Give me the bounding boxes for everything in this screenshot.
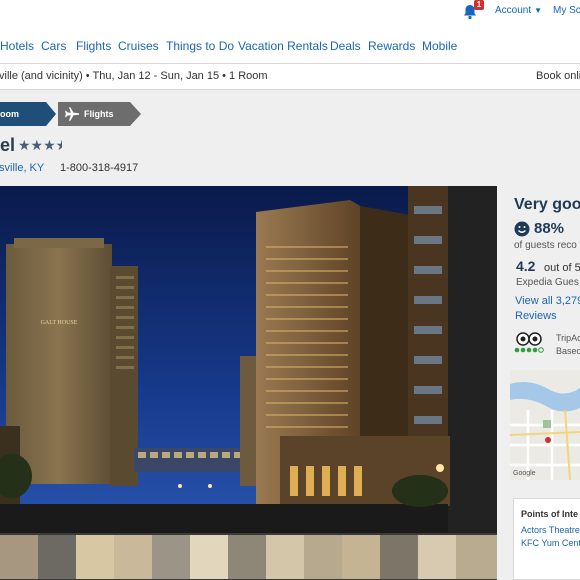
main-nav: Hotels Cars Flights Cruises Things to Do…	[0, 28, 580, 64]
guest-score-out-of: out of 5	[544, 262, 580, 274]
map-attribution: Google	[513, 470, 536, 477]
nav-mobile[interactable]: Mobile	[422, 39, 457, 53]
account-label: Account	[495, 5, 532, 16]
star-icon: ★★★	[18, 137, 56, 153]
recommend-text: of guests reco	[514, 240, 577, 251]
account-menu[interactable]: Account ▼	[495, 5, 542, 16]
search-summary-bar: ville (and vicinity) • Thu, Jan 12 - Sun…	[0, 64, 580, 90]
photo-thumbnail[interactable]	[304, 535, 342, 579]
photo-thumbnail[interactable]	[456, 535, 497, 579]
book-online-text: Book onli	[536, 70, 580, 82]
hotel-photo-image: GALT HOUSE	[0, 186, 497, 533]
step-flights-arrow	[130, 102, 141, 126]
photo-thumbnail[interactable]	[380, 535, 418, 579]
search-summary-text[interactable]: ville (and vicinity) • Thu, Jan 12 - Sun…	[0, 70, 268, 82]
poi-link[interactable]: KFC Yum Cent	[521, 538, 580, 548]
map-image	[510, 370, 580, 480]
nav-cruises[interactable]: Cruises	[118, 39, 159, 53]
photo-thumbnail[interactable]	[266, 535, 304, 579]
hotel-phone: 1-800-318-4917	[60, 162, 139, 174]
tripadvisor-owl-icon	[514, 332, 544, 353]
plane-icon	[65, 107, 79, 121]
step-room[interactable]: oom	[0, 102, 46, 126]
photo-thumbnail[interactable]	[76, 535, 114, 579]
photo-thumbnail[interactable]	[152, 535, 190, 579]
my-scratchpad-link[interactable]: My Scr	[553, 5, 580, 16]
photo-thumbnail[interactable]	[114, 535, 152, 579]
half-star-icon: ★	[56, 137, 62, 154]
chevron-down-icon: ▼	[534, 6, 543, 15]
reviews-link[interactable]: Reviews	[515, 310, 557, 322]
photo-thumbnail[interactable]	[418, 535, 456, 579]
step-room-arrow	[46, 102, 56, 126]
review-source: Expedia Gues	[516, 277, 579, 288]
hotel-photo[interactable]: GALT HOUSE	[0, 186, 497, 533]
points-of-interest-title: Points of Inte	[521, 509, 578, 519]
smile-icon	[514, 221, 530, 237]
hotel-name: el	[0, 135, 16, 155]
nav-deals[interactable]: Deals	[330, 39, 361, 53]
guest-score: 4.2	[516, 258, 536, 274]
nav-vacation-rentals[interactable]: Vacation Rentals	[238, 39, 328, 53]
photo-thumbnail[interactable]	[0, 535, 38, 579]
nav-flights[interactable]: Flights	[76, 39, 111, 53]
photo-signage: GALT HOUSE	[41, 320, 78, 326]
photo-thumbnail[interactable]	[190, 535, 228, 579]
tripadvisor-label: TripAd	[556, 333, 580, 343]
top-bar: 1 Account▼ My Scr	[0, 0, 580, 28]
nav-rewards[interactable]: Rewards	[368, 39, 415, 53]
nav-hotels[interactable]: Hotels	[0, 39, 34, 53]
notification-badge: 1	[474, 0, 484, 10]
photo-thumbnail[interactable]	[38, 535, 76, 579]
view-all-reviews-link[interactable]: View all 3,279	[515, 295, 580, 307]
recommend-percent: 88%	[534, 220, 565, 237]
photo-thumbnail[interactable]	[228, 535, 266, 579]
review-headline: Very goo	[514, 196, 580, 213]
photo-thumbnail[interactable]	[342, 535, 380, 579]
hotel-map[interactable]	[510, 370, 580, 480]
nav-things-to-do[interactable]: Things to Do	[166, 39, 234, 53]
star-rating: ★★★★	[18, 137, 62, 154]
poi-link[interactable]: Actors Theatre	[521, 525, 580, 535]
tripadvisor-based: Based	[556, 346, 580, 356]
hotel-location-link[interactable]: sville, KY	[0, 162, 44, 174]
nav-cars[interactable]: Cars	[41, 39, 66, 53]
photo-thumbnail-strip	[0, 533, 497, 580]
